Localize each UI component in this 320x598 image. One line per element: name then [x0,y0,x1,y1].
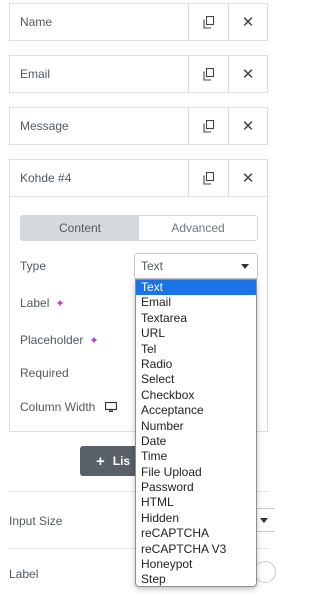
dropdown-option[interactable]: reCAPTCHA [136,526,256,541]
desktop-icon[interactable] [105,401,118,413]
repeater-item-title[interactable]: Message [10,108,188,144]
label-toggle[interactable] [254,561,276,583]
repeater-item-kohde-4[interactable]: Kohde #4 ✕ [9,159,268,197]
repeater-item-title[interactable]: Email [10,56,188,92]
repeater-item-title[interactable]: Name [10,4,188,40]
dropdown-option[interactable]: Tel [136,342,256,357]
tab-content[interactable]: Content [21,216,139,240]
dropdown-option[interactable]: File Upload [136,465,256,480]
column-width-label: Column Width [20,400,118,414]
close-icon: ✕ [241,66,255,83]
placeholder-label-text: Placeholder [20,333,84,347]
duplicate-icon [202,171,214,185]
close-icon: ✕ [241,118,255,135]
chevron-down-icon [260,518,268,523]
label-label-text: Label [20,296,50,310]
dropdown-option[interactable]: Date [136,434,256,449]
remove-button[interactable]: ✕ [228,4,267,40]
chevron-down-icon [241,264,249,269]
duplicate-button[interactable] [188,160,228,196]
type-dropdown-list[interactable]: Text Email Textarea URL Tel Radio Select Checkb… [135,279,257,587]
type-select-value: Text [141,259,164,273]
type-label-text: Type [20,259,47,273]
dropdown-option[interactable]: Honeypot [136,557,256,572]
dropdown-option[interactable]: Step [136,572,256,586]
sparkle-icon[interactable]: ✦ [55,297,64,310]
remove-button[interactable]: ✕ [228,56,267,92]
close-icon: ✕ [241,14,255,31]
dropdown-option[interactable]: HTML [136,495,256,510]
dropdown-option[interactable]: Acceptance [136,403,256,418]
tab-advanced[interactable]: Advanced [139,216,257,240]
dropdown-option[interactable]: Checkbox [136,388,256,403]
dropdown-option[interactable]: Time [136,449,256,464]
dropdown-option[interactable]: Number [136,419,256,434]
plus-icon: + [96,452,105,470]
type-label: Type [20,259,46,273]
label-field-label: Label ✦ [20,296,65,310]
placeholder-field-label: Placeholder ✦ [20,333,99,347]
sparkle-icon[interactable]: ✦ [89,334,98,347]
duplicate-button[interactable] [188,56,228,92]
remove-button[interactable]: ✕ [228,108,267,144]
duplicate-icon [202,119,214,133]
repeater-item-email[interactable]: Email ✕ [9,55,268,93]
dropdown-option[interactable]: Hidden [136,511,256,526]
remove-button[interactable]: ✕ [228,160,267,196]
dropdown-option[interactable]: Password [136,480,256,495]
duplicate-button[interactable] [188,4,228,40]
dropdown-option[interactable]: Radio [136,357,256,372]
required-label: Required [20,366,69,380]
type-select[interactable]: Text [134,253,258,279]
close-icon: ✕ [241,170,255,187]
repeater-item-message[interactable]: Message ✕ [9,107,268,145]
tabs: Content Advanced [20,215,258,241]
duplicate-icon [202,15,214,29]
dropdown-option[interactable]: Select [136,372,256,387]
label-section-label: Label [9,567,39,581]
duplicate-icon [202,67,214,81]
repeater-item-name[interactable]: Name ✕ [9,3,268,41]
dropdown-option[interactable]: reCAPTCHA V3 [136,542,256,557]
dropdown-option[interactable]: Email [136,295,256,310]
dropdown-option[interactable]: URL [136,326,256,341]
repeater-item-title[interactable]: Kohde #4 [10,160,188,196]
add-item-label: Lis [112,454,131,468]
duplicate-button[interactable] [188,108,228,144]
input-size-label: Input Size [9,514,63,528]
column-width-label-text: Column Width [20,400,96,414]
dropdown-option[interactable]: Textarea [136,311,256,326]
required-label-text: Required [20,366,69,380]
dropdown-option[interactable]: Text [136,280,256,296]
